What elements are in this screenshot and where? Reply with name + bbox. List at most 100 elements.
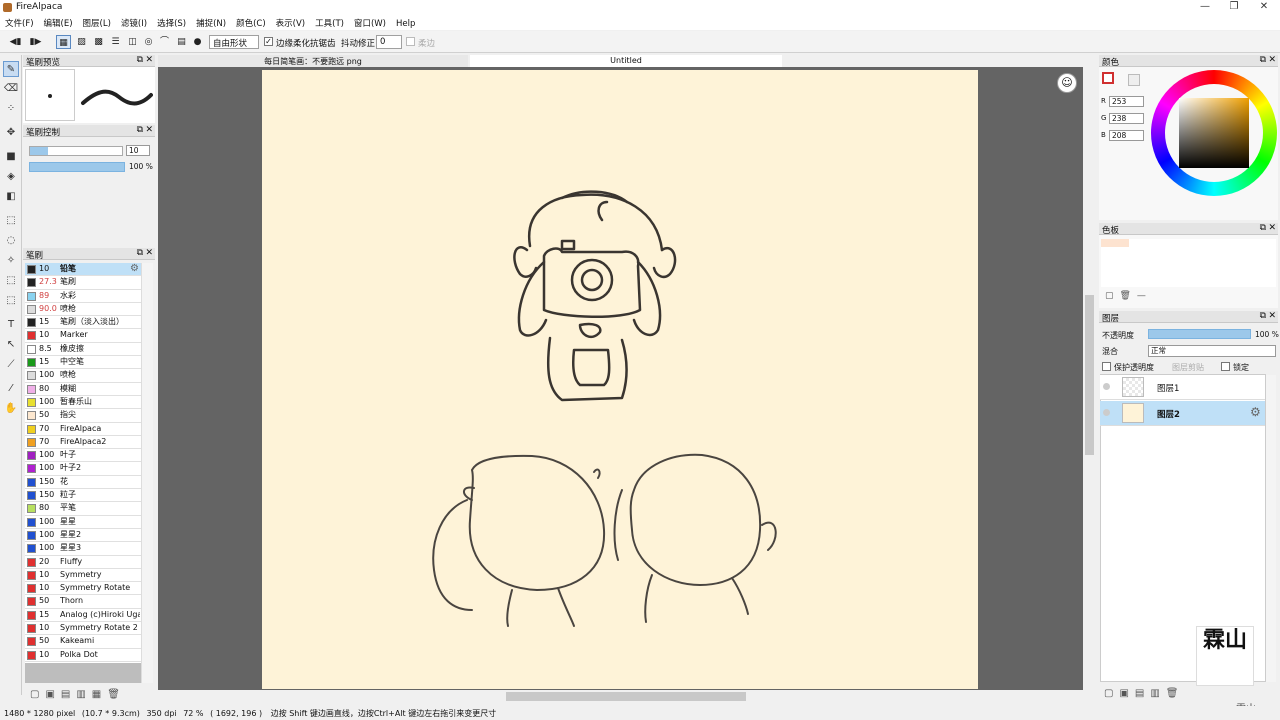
menu-snap[interactable]: 捕捉(N) — [191, 15, 231, 29]
opacity-slider[interactable] — [29, 162, 125, 172]
visibility-icon[interactable] — [1103, 409, 1110, 416]
brush-item[interactable]: 10 Polka Dot — [25, 649, 141, 662]
hand-tool-icon[interactable]: ✋ — [3, 401, 19, 417]
magic-wand-icon[interactable]: ✧ — [3, 253, 19, 269]
close-icon[interactable]: ✕ — [1268, 311, 1276, 321]
move-tool-icon[interactable]: ✥ — [3, 125, 19, 141]
snap-parallel-icon[interactable]: ▨ — [74, 35, 89, 49]
eraser-tool-icon[interactable]: ⌫ — [3, 81, 19, 97]
float-icon[interactable]: ⧉ — [137, 55, 143, 65]
primary-color-swatch[interactable] — [1102, 72, 1114, 84]
brush-item[interactable]: 100 星星3 — [25, 542, 141, 556]
snap-3d-icon[interactable]: ▤ — [174, 35, 189, 49]
r-input[interactable]: 253 — [1109, 96, 1144, 107]
float-icon[interactable]: ⧉ — [1260, 223, 1266, 233]
minimize-button[interactable]: — — [1190, 0, 1220, 15]
layer-row-2[interactable]: 图层2 ⚙ — [1100, 401, 1265, 426]
navigator-avatar-icon[interactable]: ☺ — [1057, 73, 1077, 93]
menu-file[interactable]: 文件(F) — [0, 15, 39, 29]
close-icon[interactable]: ✕ — [1268, 55, 1276, 65]
snap-dot-icon[interactable]: ● — [190, 35, 205, 49]
layer-gear-icon[interactable]: ⚙ — [1250, 405, 1261, 419]
tab-untitled[interactable]: Untitled — [470, 55, 782, 67]
brush-panel-actions[interactable]: ▢▣▤▥▦🗑 — [30, 689, 126, 700]
shape-select[interactable]: 自由形状 — [209, 35, 259, 49]
float-icon[interactable]: ⧉ — [137, 248, 143, 258]
snap-radial-icon[interactable]: ◫ — [125, 35, 140, 49]
soft-checkbox[interactable] — [406, 37, 415, 47]
layer-opacity-slider[interactable] — [1148, 329, 1251, 339]
brush-item[interactable]: 10 Symmetry Rotate 2 — [25, 622, 141, 636]
blend-select[interactable]: 正常 — [1148, 345, 1276, 357]
menu-tool[interactable]: 工具(T) — [310, 15, 349, 29]
drawing-canvas[interactable] — [262, 70, 978, 689]
lasso-tool-icon[interactable]: ◌ — [3, 233, 19, 249]
menu-window[interactable]: 窗口(W) — [349, 15, 391, 29]
dot-tool-icon[interactable]: ⁘ — [3, 101, 19, 117]
menu-layer[interactable]: 图层(L) — [78, 15, 116, 29]
saturation-square[interactable] — [1179, 98, 1249, 168]
brush-item[interactable]: 100 叶子 — [25, 449, 141, 463]
close-icon[interactable]: ✕ — [145, 55, 153, 65]
select-tool-icon[interactable]: ⬚ — [3, 213, 19, 229]
fill-rect-icon[interactable]: ■ — [3, 149, 19, 165]
brush-item[interactable]: 70 FireAlpaca2 — [25, 436, 141, 450]
brush-item[interactable]: 50 Thorn — [25, 595, 141, 609]
g-input[interactable]: 238 — [1109, 113, 1144, 124]
brush-item[interactable]: 100 喷枪 — [25, 369, 141, 383]
bucket-tool-icon[interactable]: ◈ — [3, 169, 19, 185]
brush-item[interactable]: 15 笔刷（淡入淡出） — [25, 316, 141, 330]
swatch-actions[interactable]: ▢🗑— — [1105, 291, 1152, 301]
stabilizer-select[interactable]: 0 — [376, 35, 402, 49]
snap-off-icon[interactable]: ▦ — [56, 35, 71, 49]
gradient-tool-icon[interactable]: ◧ — [3, 189, 19, 205]
close-icon[interactable]: ✕ — [1268, 223, 1276, 233]
eyedropper-icon[interactable]: ⁄ — [3, 381, 19, 397]
menu-select[interactable]: 选择(S) — [152, 15, 191, 29]
float-icon[interactable]: ⧉ — [137, 125, 143, 135]
brush-item[interactable]: 10 Symmetry — [25, 569, 141, 583]
brush-item[interactable]: 89 水彩 — [25, 290, 141, 303]
next-icon[interactable]: ▮▶ — [28, 35, 43, 49]
brush-item[interactable]: 50 Kakeami — [25, 635, 141, 649]
brush-item[interactable]: 100 暂春乐山 — [25, 396, 141, 410]
brush-item[interactable]: 150 粒子 — [25, 489, 141, 503]
text-tool-icon[interactable]: T — [3, 317, 19, 333]
antialias-checkbox[interactable] — [264, 37, 273, 47]
select-pen-icon[interactable]: ⬚ — [3, 273, 19, 289]
brush-item[interactable]: 8.5 橡皮擦 — [25, 343, 141, 357]
brush-item[interactable]: 100 星星2 — [25, 529, 141, 543]
snap-curve-icon[interactable]: ⌒ — [157, 35, 172, 49]
lock-checkbox[interactable] — [1221, 362, 1230, 372]
menu-help[interactable]: Help — [391, 17, 420, 29]
hue-wheel[interactable] — [1151, 70, 1277, 196]
snap-circle-icon[interactable]: ◎ — [141, 35, 156, 49]
brush-item[interactable]: 10 铅笔 ⚙ — [25, 263, 141, 277]
pen-tool-icon[interactable]: ✎ — [3, 61, 19, 77]
brush-item[interactable]: 80 平笔 — [25, 502, 141, 516]
float-icon[interactable]: ⧉ — [1260, 311, 1266, 321]
swatch-grid[interactable] — [1101, 239, 1276, 287]
layer-row-1[interactable]: 图层1 — [1100, 375, 1265, 400]
brush-item[interactable]: 90.0 喷枪 — [25, 303, 141, 317]
brush-item[interactable]: 10 Marker — [25, 329, 141, 343]
select-eraser-icon[interactable]: ⬚ — [3, 293, 19, 309]
brush-item[interactable]: 70 FireAlpaca — [25, 423, 141, 436]
brush-item[interactable]: 150 花 — [25, 476, 141, 490]
visibility-icon[interactable] — [1103, 383, 1110, 390]
close-icon[interactable]: ✕ — [145, 248, 153, 258]
brush-item[interactable]: 100 星星 — [25, 516, 141, 529]
brush-gear-icon[interactable]: ⚙ — [130, 263, 139, 275]
snap-cross-icon[interactable]: ☰ — [108, 35, 123, 49]
prev-icon[interactable]: ◀▮ — [8, 35, 23, 49]
brush-item[interactable]: 100 叶子2 — [25, 462, 141, 476]
size-slider[interactable] — [29, 146, 123, 156]
protect-alpha-checkbox[interactable] — [1102, 362, 1111, 372]
divide-tool-icon[interactable]: ⟋ — [3, 357, 19, 373]
secondary-color-swatch[interactable] — [1128, 74, 1140, 86]
menu-edit[interactable]: 编辑(E) — [39, 15, 78, 29]
brush-list-scrollbar[interactable] — [141, 263, 153, 683]
close-button[interactable]: ✕ — [1249, 0, 1279, 15]
size-input[interactable]: 10 — [126, 145, 150, 156]
horizontal-scrollbar[interactable] — [158, 690, 1083, 703]
